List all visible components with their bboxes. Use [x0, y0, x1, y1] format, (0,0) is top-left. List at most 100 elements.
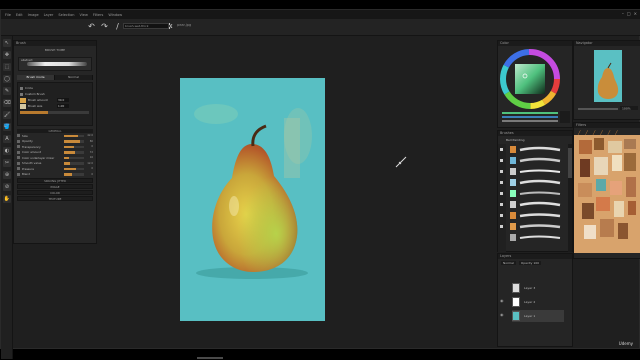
minimize-button[interactable]: –: [622, 11, 624, 16]
layer-row[interactable]: Layer 2: [512, 296, 564, 308]
brush-panel-header: BRUSH TOME: [44, 48, 66, 52]
filter-brush-icon[interactable]: ╱: [585, 130, 587, 135]
checkbox[interactable]: [20, 86, 23, 90]
param-label: Opacity: [22, 139, 33, 144]
param-icon: [17, 156, 20, 160]
brush-preview[interactable]: abstract: [18, 57, 92, 71]
rect-select-icon[interactable]: ⬚: [3, 63, 11, 71]
layer-name: Layer 2: [524, 300, 536, 304]
source-slider-row[interactable]: [18, 109, 92, 115]
param-row[interactable]: Blend 0: [14, 172, 96, 178]
param-slider[interactable]: [64, 162, 84, 165]
section-color[interactable]: COLOR: [17, 190, 93, 195]
brush-name-input[interactable]: brush-wet-thick: [123, 23, 169, 29]
section-spacing-jitter[interactable]: SPACING JITTER: [17, 178, 93, 183]
blend-mode-select[interactable]: Normal: [501, 261, 516, 265]
brush-stroke-preview: [27, 62, 87, 66]
source-label: Circle: [25, 86, 33, 90]
maximize-button[interactable]: □: [627, 11, 631, 16]
filter-brush-icon[interactable]: ╱: [608, 130, 610, 135]
close-button[interactable]: ×: [634, 11, 637, 16]
brush-icon[interactable]: 🖌: [3, 111, 11, 119]
param-value[interactable]: 0: [86, 173, 93, 176]
param-label: Transparency: [22, 144, 41, 149]
tab-brush-mode[interactable]: Brush mode: [17, 75, 55, 80]
slider[interactable]: [20, 110, 89, 114]
checkbox[interactable]: [20, 92, 23, 96]
menu-selection[interactable]: Selection: [58, 13, 74, 17]
color-swatch[interactable]: [20, 103, 26, 109]
crop-tool-icon[interactable]: ✂: [3, 159, 11, 167]
opacity-field[interactable]: Opacity 100: [518, 261, 542, 265]
layers-panel: Layers Normal Opacity 100 Layer 3 Layer …: [497, 253, 573, 347]
painting-canvas[interactable]: [180, 78, 325, 321]
param-value[interactable]: 42.0: [86, 134, 93, 137]
horizontal-scrollbar[interactable]: [197, 357, 223, 359]
menu-edit[interactable]: Edit: [16, 13, 23, 17]
window-controls: – □ ×: [622, 11, 637, 16]
param-value[interactable]: 80: [86, 140, 93, 143]
param-value[interactable]: 72: [86, 151, 93, 154]
param-label: Pressure: [22, 166, 34, 171]
param-slider[interactable]: [64, 145, 84, 148]
filter-brush-icon[interactable]: ╱: [578, 130, 580, 135]
eye-icon[interactable]: ◉: [500, 312, 504, 317]
menu-layer[interactable]: Layer: [44, 13, 54, 17]
brush-set-name[interactable]: Bell Painting: [498, 136, 572, 144]
layer-thumbnail: [512, 283, 520, 293]
pencil-tool-icon[interactable]: ✎: [3, 87, 11, 95]
zoom-tool-icon[interactable]: ⊕: [3, 171, 11, 179]
param-slider[interactable]: [64, 156, 84, 159]
section-texture[interactable]: TEXTURE: [17, 196, 93, 201]
menu-file[interactable]: File: [5, 13, 11, 17]
source-value[interactable]: 1.00: [57, 104, 69, 108]
tab-normal[interactable]: Normal: [55, 75, 93, 80]
menu-view[interactable]: View: [80, 13, 88, 17]
param-value[interactable]: 0: [86, 167, 93, 170]
filter-brush-icon[interactable]: ╱: [593, 130, 595, 135]
hand-tool-icon[interactable]: ✋: [3, 195, 11, 203]
eraser-tool-icon[interactable]: ⌫: [3, 99, 11, 107]
param-value[interactable]: 12.0: [86, 162, 93, 165]
color-swatch[interactable]: [20, 97, 26, 103]
eye-icon[interactable]: ◉: [500, 298, 504, 303]
transform-tool-icon[interactable]: ✥: [3, 51, 11, 59]
param-slider[interactable]: [64, 134, 84, 137]
brush-panel: Brush BRUSH TOME abstract Brush mode Nor…: [13, 40, 97, 244]
param-slider[interactable]: [64, 173, 84, 176]
clear-tool-icon[interactable]: ⊘: [3, 183, 11, 191]
section-image[interactable]: IMAGE: [17, 184, 93, 189]
undo-icon[interactable]: ↶: [87, 22, 96, 31]
app-window: File Edit Image Layer Selection View Fil…: [0, 9, 640, 359]
fill-tool-icon[interactable]: 🪣: [3, 123, 11, 131]
layer-row-selected[interactable]: Layer 1: [512, 310, 564, 322]
menu-image[interactable]: Image: [28, 13, 39, 17]
param-slider[interactable]: [64, 167, 84, 170]
color-panel: Color: [497, 40, 573, 128]
param-icon: [17, 161, 20, 165]
ellipse-select-icon[interactable]: ◯: [3, 75, 11, 83]
brush-library-list[interactable]: [498, 144, 574, 252]
param-label: Color underlayer mixer: [22, 155, 55, 160]
source-value[interactable]: 30.0: [57, 98, 69, 102]
filter-brush-icon[interactable]: ╱: [600, 130, 602, 135]
color-wheel[interactable]: [498, 46, 574, 128]
options-bar: ↶ ↷ / ♨ ⌘ ⊿ ✲ brush-wet-thick pear.jpg: [1, 19, 640, 36]
move-tool-icon[interactable]: ↖: [3, 39, 11, 47]
layer-row[interactable]: Layer 3: [512, 282, 564, 294]
gradient-tool-icon[interactable]: ◐: [3, 147, 11, 155]
filter-brush-icon[interactable]: ╱: [615, 130, 617, 135]
param-value[interactable]: 0: [86, 145, 93, 148]
param-slider[interactable]: [64, 151, 84, 154]
redo-icon[interactable]: ↷: [100, 22, 109, 31]
menu-filters[interactable]: Filters: [93, 13, 104, 17]
navigator-panel: Navigator 100%: [573, 40, 640, 120]
swatch-mixing-area[interactable]: [574, 135, 640, 253]
brush-tool-icon[interactable]: /: [113, 22, 122, 31]
param-value[interactable]: 16: [86, 156, 93, 159]
text-tool-icon[interactable]: A: [3, 135, 11, 143]
menu-window[interactable]: Window: [108, 13, 122, 17]
param-icon: [17, 150, 20, 154]
param-slider[interactable]: [64, 140, 84, 143]
navigator-preview[interactable]: 100%: [574, 46, 640, 121]
